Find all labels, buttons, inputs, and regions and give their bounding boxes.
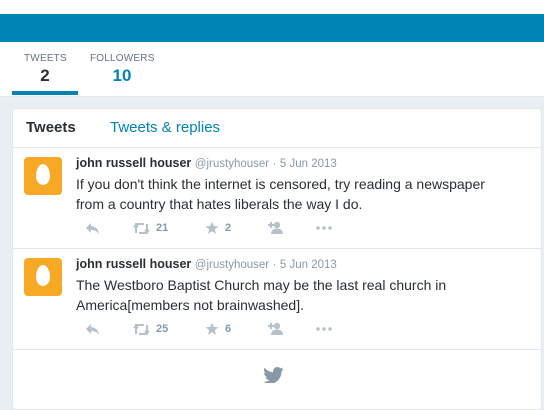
- retweet-icon: [133, 323, 150, 336]
- favorite-button[interactable]: 2: [205, 220, 231, 236]
- reply-icon: [85, 222, 100, 235]
- tweet-author-handle[interactable]: @jrustyhouser: [195, 158, 269, 170]
- retweet-icon: [133, 222, 150, 235]
- tweet-author-name[interactable]: john russell houser: [76, 257, 191, 271]
- retweet-button[interactable]: 25: [133, 321, 168, 337]
- followers-stat-label: FOLLOWERS: [90, 53, 155, 64]
- header-separator: ·: [272, 158, 277, 170]
- star-icon: [205, 221, 219, 235]
- tweet-item[interactable]: john russell houser @jrustyhouser · 5 Ju…: [13, 148, 541, 249]
- favorite-count: 2: [225, 222, 232, 234]
- tweet-author-handle[interactable]: @jrustyhouser: [195, 259, 269, 271]
- retweet-button[interactable]: 21: [133, 220, 168, 236]
- tweet-text: The Westboro Baptist Church may be the l…: [76, 277, 447, 313]
- default-egg-avatar-icon: [36, 265, 50, 286]
- header-separator: ·: [272, 259, 277, 271]
- reply-icon: [85, 323, 100, 336]
- timeline-tabs: Tweets Tweets & replies: [13, 109, 541, 148]
- timeline-panel: Tweets Tweets & replies john russell hou…: [12, 108, 542, 410]
- tweet-text: If you don't think the internet is censo…: [76, 176, 485, 212]
- more-icon: [316, 226, 332, 230]
- tab-tweets-and-replies[interactable]: Tweets & replies: [110, 119, 220, 136]
- tweet-actions: 25 6: [76, 321, 376, 337]
- add-user-icon: [268, 221, 285, 235]
- tweets-stat-label: TWEETS: [24, 53, 67, 64]
- more-button[interactable]: [316, 321, 332, 337]
- top-gap: [0, 0, 544, 14]
- avatar[interactable]: [24, 258, 62, 296]
- reply-button[interactable]: [85, 220, 100, 236]
- add-user-icon: [268, 322, 285, 336]
- tweet-timestamp[interactable]: 5 Jun 2013: [280, 259, 337, 271]
- more-button[interactable]: [316, 220, 332, 236]
- tweets-stat-count: 2: [40, 66, 50, 85]
- default-egg-avatar-icon: [36, 164, 50, 185]
- tweet-header: john russell houser @jrustyhouser · 5 Ju…: [76, 156, 337, 170]
- reply-button[interactable]: [85, 321, 100, 337]
- avatar[interactable]: [24, 157, 62, 195]
- tweets-stat[interactable]: TWEETS 2: [24, 53, 67, 86]
- active-stat-indicator: [12, 91, 78, 95]
- tweet-actions: 21 2: [76, 220, 376, 236]
- tab-tweets[interactable]: Tweets: [26, 119, 76, 136]
- twitter-bird-icon[interactable]: [263, 367, 284, 388]
- profile-nav: TWEETS 2 FOLLOWERS 10: [0, 42, 544, 97]
- followers-stat[interactable]: FOLLOWERS 10: [90, 53, 154, 86]
- tweet-timestamp[interactable]: 5 Jun 2013: [280, 158, 337, 170]
- tweet-author-name[interactable]: john russell houser: [76, 156, 191, 170]
- follow-button[interactable]: [268, 220, 285, 236]
- retweet-count: 25: [156, 323, 169, 335]
- follow-button[interactable]: [268, 321, 285, 337]
- more-icon: [316, 327, 332, 331]
- favorite-count: 6: [225, 323, 232, 335]
- profile-header-banner: [0, 14, 544, 42]
- star-icon: [205, 322, 219, 336]
- tweet-header: john russell houser @jrustyhouser · 5 Ju…: [76, 257, 337, 271]
- followers-stat-count: 10: [112, 66, 132, 85]
- tweet-item[interactable]: john russell houser @jrustyhouser · 5 Ju…: [13, 249, 541, 350]
- favorite-button[interactable]: 6: [205, 321, 231, 337]
- retweet-count: 21: [156, 222, 169, 234]
